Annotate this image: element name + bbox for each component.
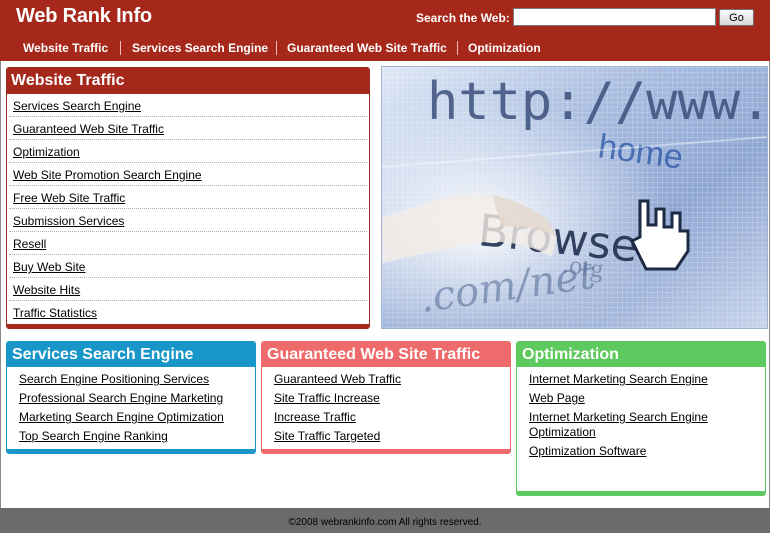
list-item: Guaranteed Web Traffic xyxy=(274,372,510,387)
list-item: Internet Marketing Search Engine Optimiz… xyxy=(529,410,724,440)
box-link[interactable]: Optimization Software xyxy=(529,444,646,458)
box-link[interactable]: Internet Marketing Search Engine Optimiz… xyxy=(529,410,708,439)
nav-website-traffic[interactable]: Website Traffic xyxy=(23,41,108,55)
box-link-list: Internet Marketing Search Engine Web Pag… xyxy=(517,367,765,459)
go-button[interactable]: Go xyxy=(719,9,754,26)
list-item: Marketing Search Engine Optimization xyxy=(19,410,255,425)
nav-guaranteed-web-site-traffic[interactable]: Guaranteed Web Site Traffic xyxy=(287,41,447,55)
sidebar-link[interactable]: Web Site Promotion Search Engine xyxy=(13,168,202,182)
list-item: Site Traffic Targeted xyxy=(274,429,510,444)
top-nav: Website Traffic Services Search Engine G… xyxy=(0,36,770,61)
box-link[interactable]: Internet Marketing Search Engine xyxy=(529,372,708,386)
list-item: Services Search Engine xyxy=(9,94,367,117)
list-item: Guaranteed Web Site Traffic xyxy=(9,117,367,140)
list-item: Free Web Site Traffic xyxy=(9,186,367,209)
list-item: Increase Traffic xyxy=(274,410,510,425)
list-item: Top Search Engine Ranking xyxy=(19,429,255,444)
services-search-engine-box: Services Search Engine Search Engine Pos… xyxy=(6,341,256,454)
guaranteed-web-site-traffic-box: Guaranteed Web Site Traffic Guaranteed W… xyxy=(261,341,511,454)
sidebar-link[interactable]: Traffic Statistics xyxy=(13,306,97,320)
list-item: Internet Marketing Search Engine xyxy=(529,372,765,387)
list-item: Professional Search Engine Marketing xyxy=(19,391,255,406)
box-link[interactable]: Site Traffic Targeted xyxy=(274,429,380,443)
box-link-list: Search Engine Positioning Services Profe… xyxy=(7,367,255,444)
hero-url-text: http://www. xyxy=(427,72,767,132)
list-item: Buy Web Site xyxy=(9,255,367,278)
sidebar-link[interactable]: Optimization xyxy=(13,145,80,159)
box-bottom-bar xyxy=(7,449,255,453)
nav-divider xyxy=(276,41,277,55)
hero-image: http://www. home Browse .org .com/net xyxy=(381,66,768,329)
list-item: Traffic Statistics xyxy=(9,301,367,323)
hero-illustration: http://www. home Browse .org .com/net xyxy=(382,67,767,328)
panel-heading: Website Traffic xyxy=(7,68,369,94)
sidebar-link[interactable]: Free Web Site Traffic xyxy=(13,191,125,205)
box-link[interactable]: Top Search Engine Ranking xyxy=(19,429,168,443)
box-bottom-bar xyxy=(517,491,765,495)
nav-services-search-engine[interactable]: Services Search Engine xyxy=(132,41,268,55)
optimization-box: Optimization Internet Marketing Search E… xyxy=(516,341,766,496)
sidebar-link[interactable]: Resell xyxy=(13,237,46,251)
website-traffic-panel: Website Traffic Services Search Engine G… xyxy=(6,67,370,329)
box-link-list: Guaranteed Web Traffic Site Traffic Incr… xyxy=(262,367,510,444)
box-heading: Guaranteed Web Site Traffic xyxy=(262,342,510,367)
list-item: Optimization Software xyxy=(529,444,765,459)
list-item: Submission Services xyxy=(9,209,367,232)
box-heading: Services Search Engine xyxy=(7,342,255,367)
nav-divider xyxy=(457,41,458,55)
box-link[interactable]: Guaranteed Web Traffic xyxy=(274,372,401,386)
list-item: Resell xyxy=(9,232,367,255)
search-input[interactable] xyxy=(513,8,716,26)
box-link[interactable]: Marketing Search Engine Optimization xyxy=(19,410,224,424)
panel-link-list: Services Search Engine Guaranteed Web Si… xyxy=(7,94,369,323)
copyright-text: ©2008 webrankinfo.com All rights reserve… xyxy=(288,517,482,528)
list-item: Optimization xyxy=(9,140,367,163)
site-footer: ©2008 webrankinfo.com All rights reserve… xyxy=(0,508,770,533)
box-bottom-bar xyxy=(262,449,510,453)
sidebar-link[interactable]: Services Search Engine xyxy=(13,99,141,113)
sidebar-link[interactable]: Website Hits xyxy=(13,283,80,297)
nav-optimization[interactable]: Optimization xyxy=(468,41,541,55)
list-item: Website Hits xyxy=(9,278,367,301)
list-item: Web Page xyxy=(529,391,765,406)
box-link[interactable]: Search Engine Positioning Services xyxy=(19,372,209,386)
box-link[interactable]: Web Page xyxy=(529,391,585,405)
list-item: Web Site Promotion Search Engine xyxy=(9,163,367,186)
box-link[interactable]: Professional Search Engine Marketing xyxy=(19,391,223,405)
nav-divider xyxy=(120,41,121,55)
box-link[interactable]: Site Traffic Increase xyxy=(274,391,380,405)
sidebar-link[interactable]: Buy Web Site xyxy=(13,260,85,274)
box-heading: Optimization xyxy=(517,342,765,367)
panel-bottom-bar xyxy=(7,324,369,328)
list-item: Search Engine Positioning Services xyxy=(19,372,255,387)
sidebar-link[interactable]: Submission Services xyxy=(13,214,124,228)
site-title: Web Rank Info xyxy=(16,5,152,27)
list-item: Site Traffic Increase xyxy=(274,391,510,406)
site-header: Web Rank Info Search the Web: Go xyxy=(0,0,770,36)
search-label: Search the Web: xyxy=(416,11,510,25)
box-link[interactable]: Increase Traffic xyxy=(274,410,356,424)
sidebar-link[interactable]: Guaranteed Web Site Traffic xyxy=(13,122,164,136)
